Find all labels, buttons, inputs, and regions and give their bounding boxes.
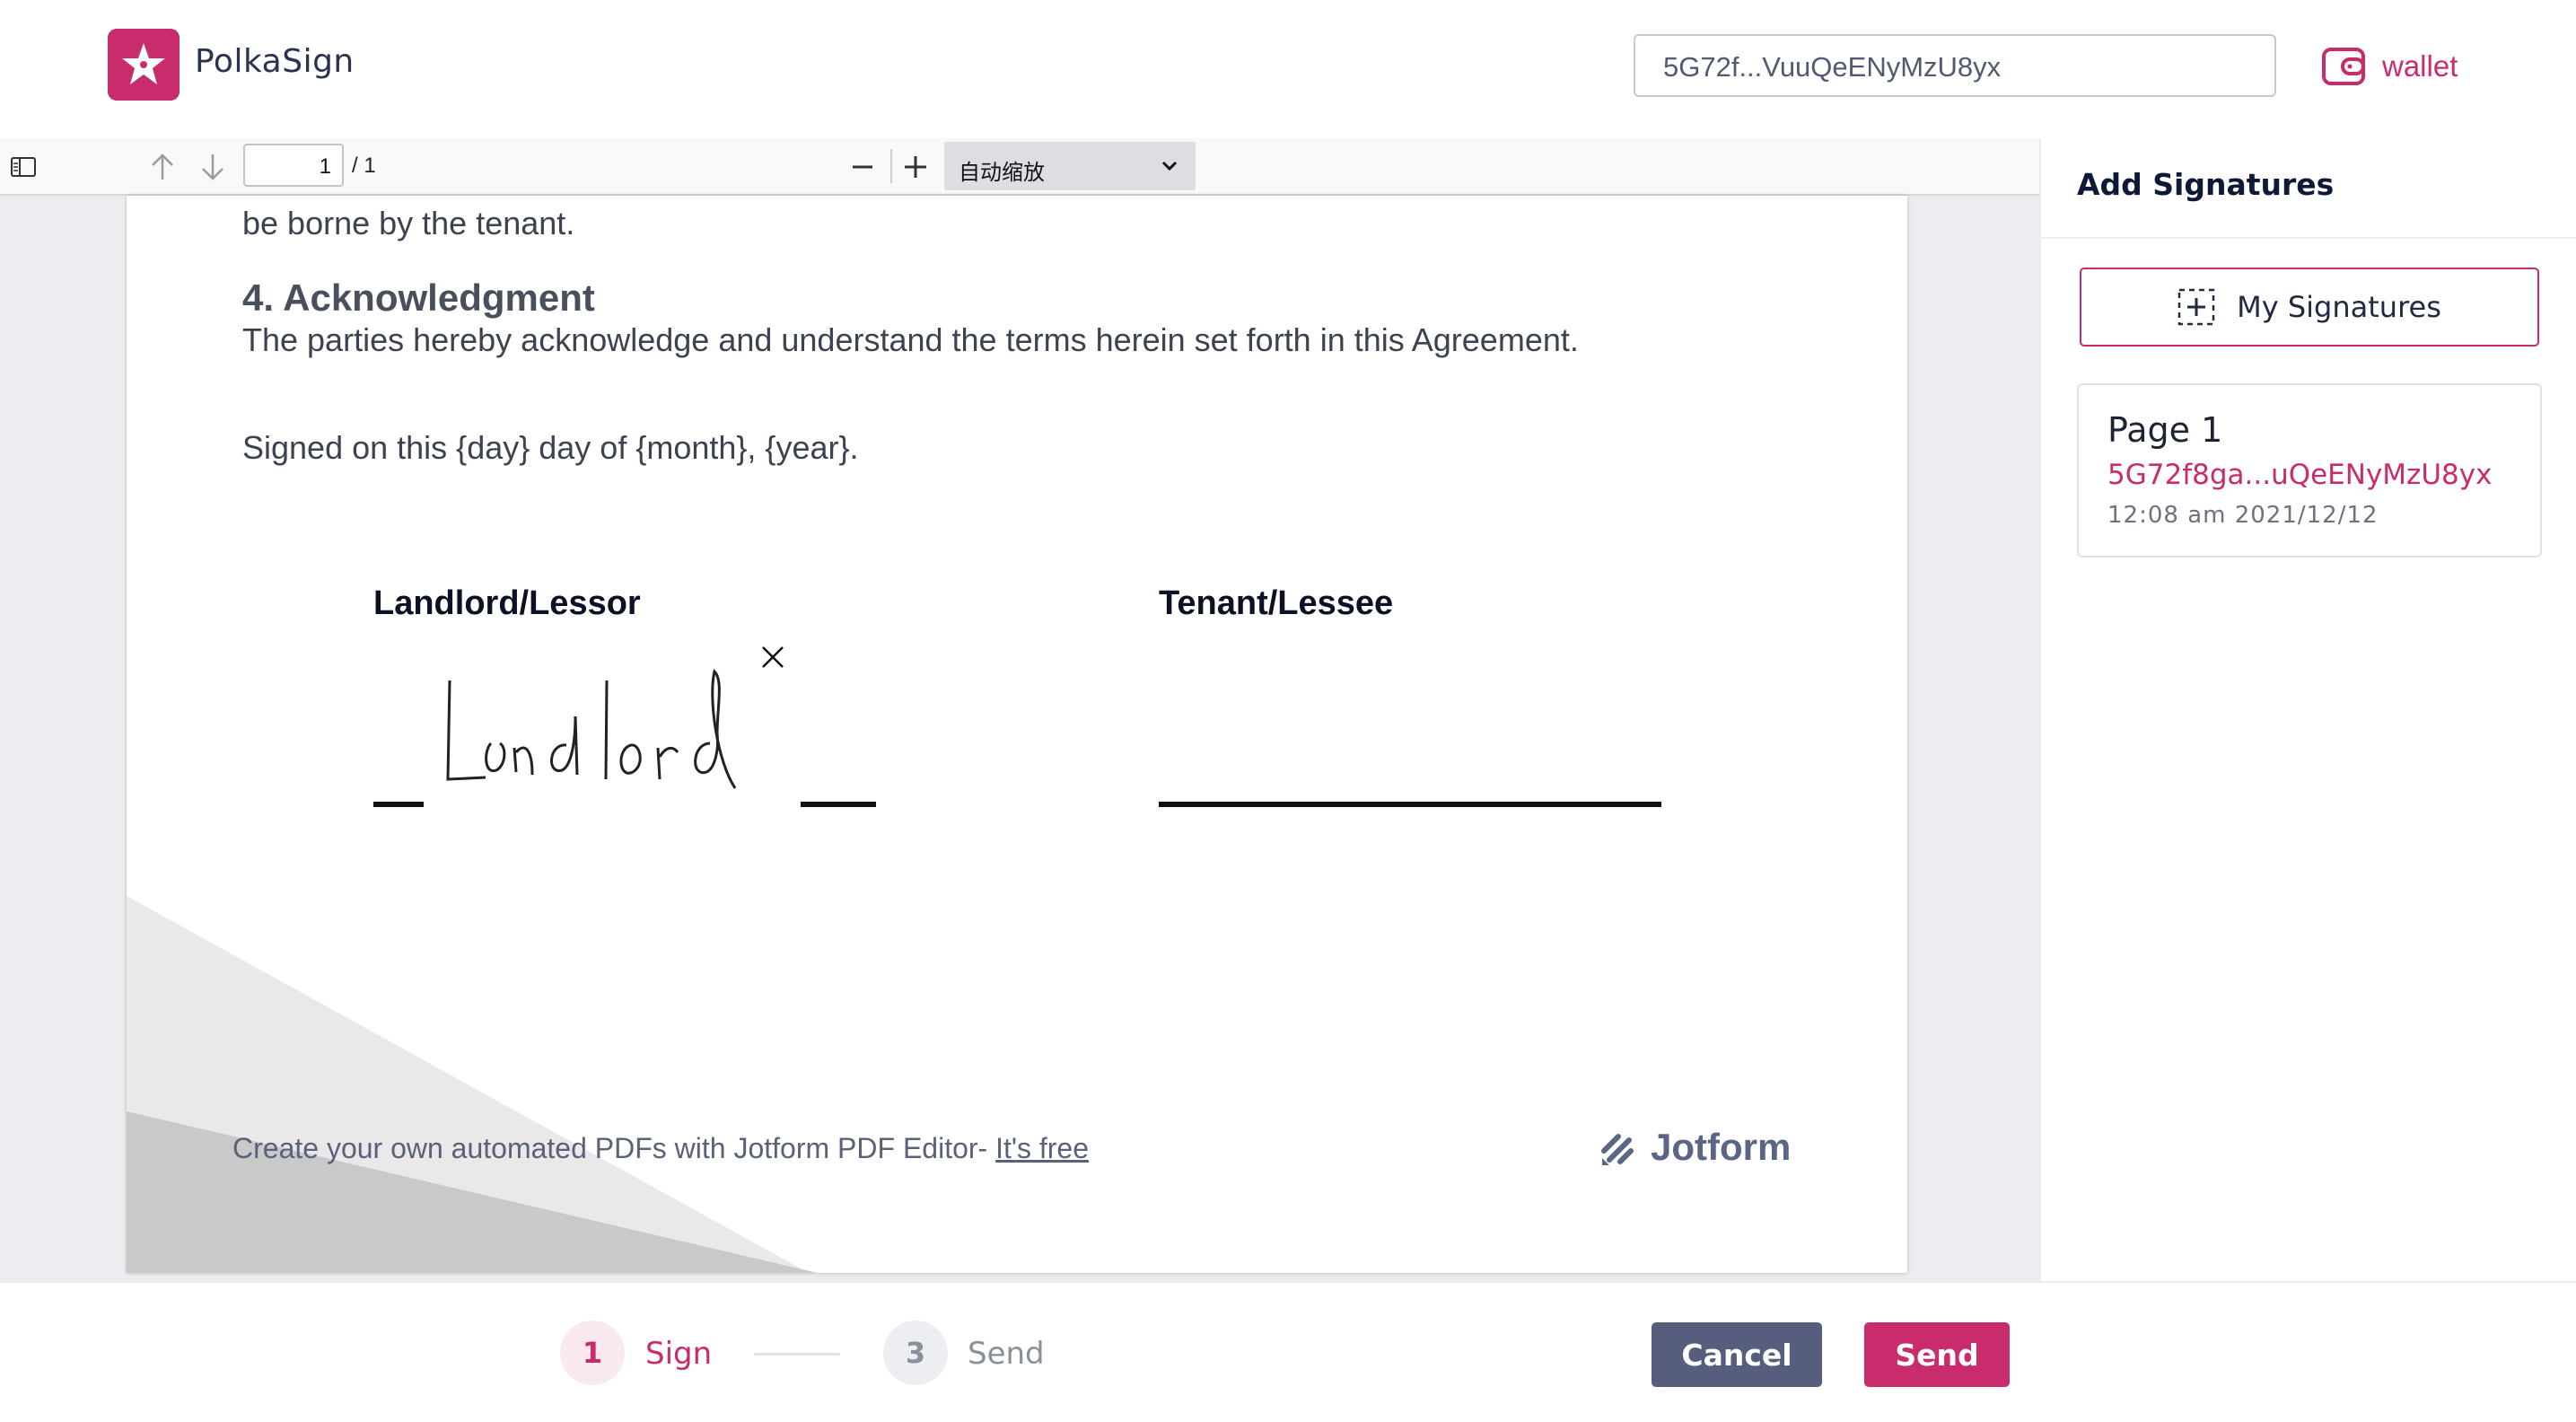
signature-card-time: 12:08 am 2021/12/12 — [2107, 502, 2379, 529]
arrow-down-icon — [202, 154, 223, 180]
bottom-bar: 1 Sign 3 Send Cancel Send — [0, 1281, 2576, 1422]
pdf-viewer: 1 / 1 自动缩放 be borne by the tenant. 4. Ac… — [0, 138, 2039, 1281]
signature-card[interactable]: Page 1 5G72f8ga...uQeENyMzU8yx 12:08 am … — [2077, 383, 2542, 557]
pdf-toolbar: 1 / 1 自动缩放 — [0, 138, 2039, 196]
page-total: / 1 — [352, 154, 376, 178]
landlord-label: Landlord/Lessor — [373, 584, 641, 622]
pdf-page: be borne by the tenant. 4. Acknowledgmen… — [127, 196, 1907, 1273]
signature-card-page: Page 1 — [2107, 410, 2223, 450]
step-sign-number: 1 — [560, 1321, 625, 1385]
zoom-in-button[interactable] — [897, 147, 934, 187]
step-connector — [754, 1353, 840, 1356]
my-signatures-button[interactable]: My Signatures — [2080, 268, 2539, 347]
add-signature-icon — [2177, 288, 2215, 326]
signed-line: Signed on this {day} day of {month}, {ye… — [242, 429, 859, 466]
cancel-button[interactable]: Cancel — [1652, 1322, 1822, 1387]
landlord-signature-line-left — [373, 802, 424, 807]
close-icon[interactable] — [760, 645, 785, 670]
app-header: PolkaSign 5G72f...VuuQeENyMzU8yx wallet — [0, 0, 2576, 138]
landlord-signature-line-right — [801, 802, 876, 807]
jotform-wordmark: Jotform — [1651, 1126, 1792, 1168]
next-page-button[interactable] — [194, 147, 232, 187]
jotform-brand: Jotform — [1599, 1126, 1791, 1169]
panel-title: Add Signatures — [2077, 167, 2335, 202]
plus-icon — [905, 156, 926, 178]
section-body: The parties hereby acknowledge and under… — [242, 321, 1579, 358]
zoom-select-value: 自动缩放 — [959, 160, 1045, 185]
wallet-label: wallet — [2382, 49, 2458, 83]
step-send-number: 3 — [883, 1321, 948, 1385]
footer-link[interactable]: It's free — [995, 1132, 1089, 1164]
step-sign-label: Sign — [645, 1336, 713, 1372]
account-address-field[interactable]: 5G72f...VuuQeENyMzU8yx — [1634, 34, 2276, 97]
footer-note: Create your own automated PDFs with Jotf… — [232, 1132, 1089, 1165]
arrow-up-icon — [152, 154, 173, 180]
toolbar-separator — [890, 149, 892, 183]
wallet-icon — [2322, 48, 2365, 85]
wallet-button[interactable]: wallet — [2321, 41, 2458, 92]
sidebar-toggle-icon — [11, 157, 36, 177]
zoom-out-button[interactable] — [844, 147, 881, 187]
sidebar-toggle-button[interactable] — [4, 147, 43, 187]
tenant-label: Tenant/Lessee — [1159, 584, 1394, 622]
star-icon — [122, 43, 165, 84]
partial-line: be borne by the tenant. — [242, 205, 575, 241]
section-heading: 4. Acknowledgment — [242, 276, 595, 319]
page-number-input[interactable]: 1 — [243, 144, 344, 187]
send-button[interactable]: Send — [1864, 1322, 2010, 1387]
chevron-down-icon — [1161, 161, 1178, 171]
previous-page-button[interactable] — [144, 147, 181, 187]
my-signatures-label: My Signatures — [2237, 290, 2441, 324]
minus-icon — [853, 165, 872, 169]
brand-name: PolkaSign — [195, 43, 355, 80]
jotform-logo-icon — [1601, 1134, 1634, 1165]
signatures-panel: Add Signatures My Signatures Page 1 5G72… — [2039, 138, 2576, 1281]
step-send-label: Send — [968, 1336, 1045, 1372]
footer-text: Create your own automated PDFs with Jotf… — [232, 1132, 996, 1164]
panel-divider — [2041, 237, 2576, 239]
signature-card-address: 5G72f8ga...uQeENyMzU8yx — [2107, 459, 2493, 491]
tenant-signature-line — [1159, 802, 1661, 807]
polkasign-logo[interactable] — [108, 29, 180, 101]
zoom-select[interactable]: 自动缩放 — [944, 142, 1196, 190]
landlord-signature[interactable] — [432, 645, 809, 815]
